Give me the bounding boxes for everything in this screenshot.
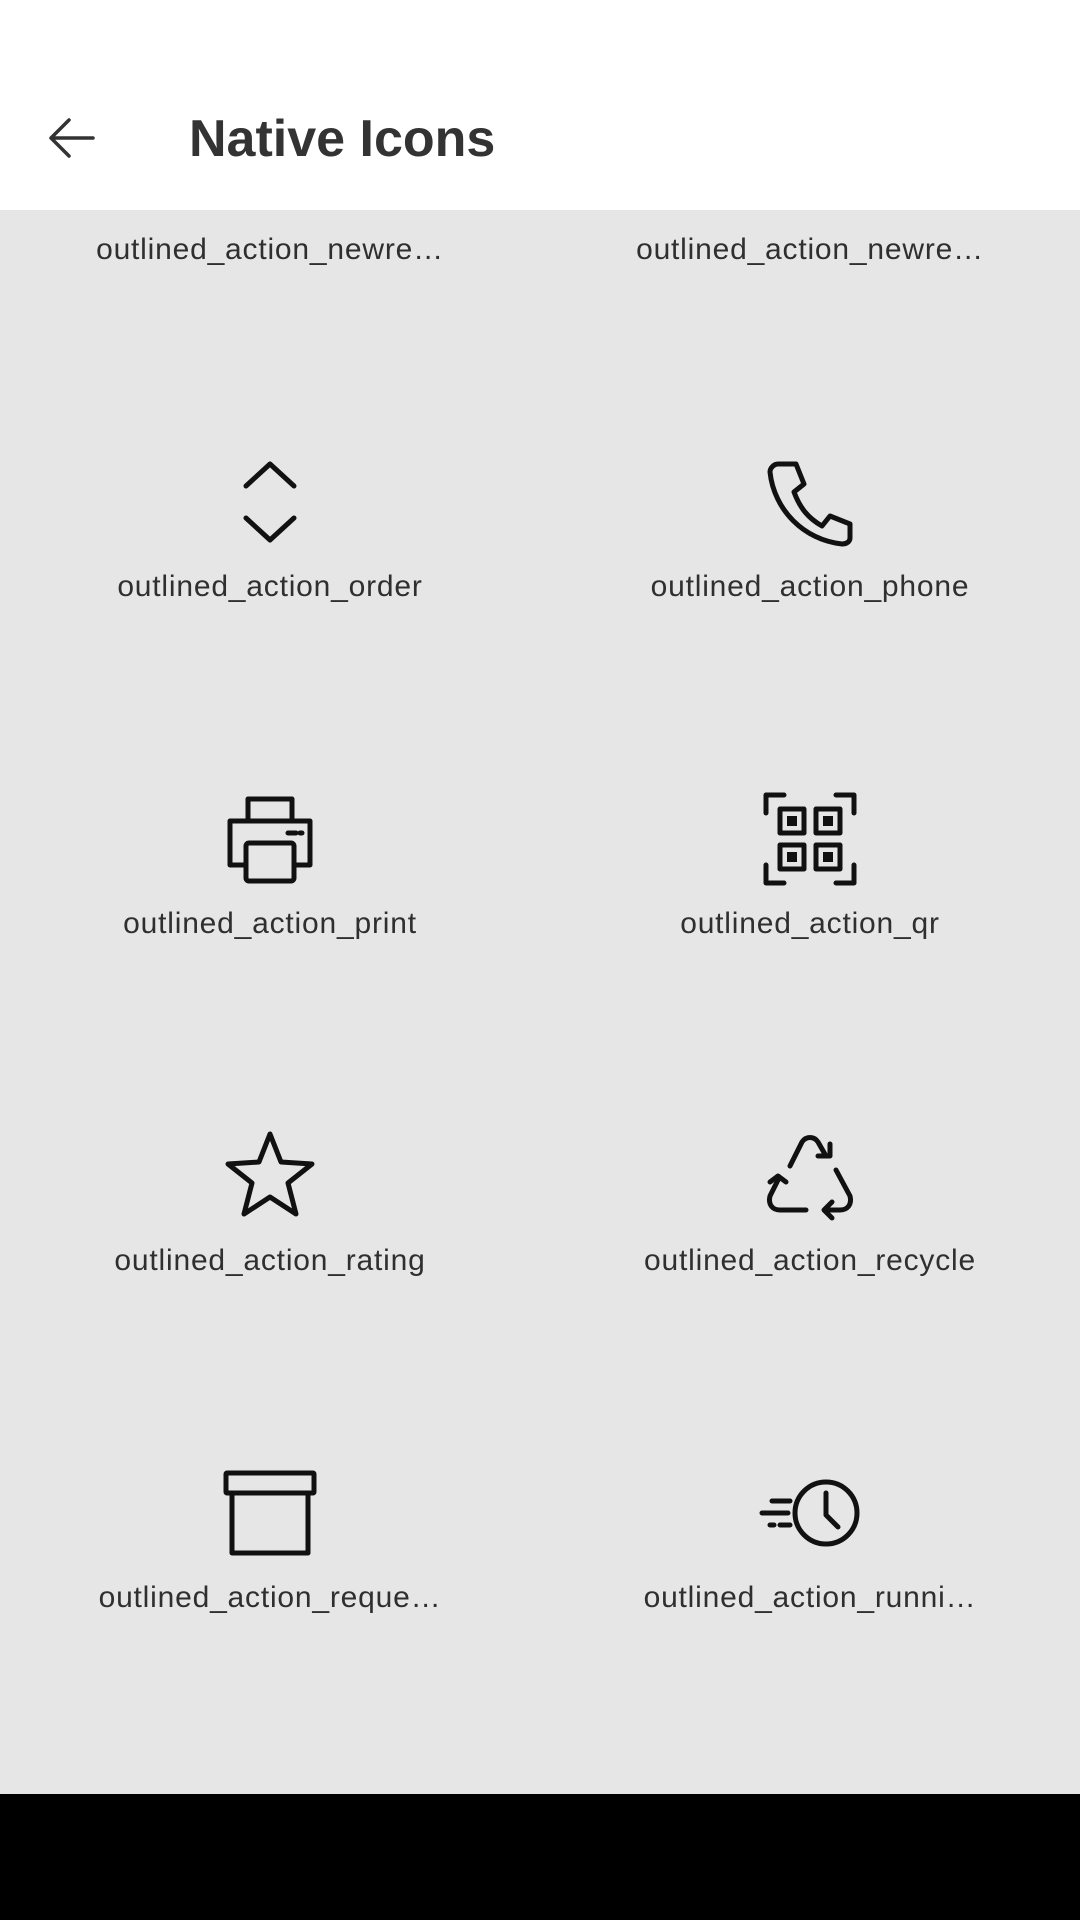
icon-cell-order[interactable]: outlined_action_order — [0, 385, 540, 722]
icon-label: outlined_action_newre… — [96, 233, 444, 266]
printer-icon — [220, 789, 320, 889]
icon-label: outlined_action_phone — [650, 570, 970, 603]
icon-gallery-screen: Native Icons outlined_action_newre… outl — [0, 0, 1080, 1920]
new-request-edit-icon — [220, 210, 320, 215]
phone-icon — [760, 452, 860, 552]
icon-label: outlined_action_reque… — [98, 1581, 442, 1614]
new-request-add-icon — [760, 210, 860, 215]
icon-cell-phone[interactable]: outlined_action_phone — [540, 385, 1080, 722]
icon-label: outlined_action_rating — [114, 1244, 426, 1277]
app-bar: Native Icons — [0, 0, 1080, 210]
icon-cell-request[interactable]: outlined_action_reque… — [0, 1396, 540, 1733]
icon-cell-recycle[interactable]: outlined_action_recycle — [540, 1059, 1080, 1396]
archive-box-icon — [220, 1463, 320, 1563]
icon-label: outlined_action_recycle — [644, 1244, 976, 1277]
icon-grid[interactable]: outlined_action_newre… outlined_action_n… — [0, 210, 1080, 1794]
icon-cell-qr[interactable]: outlined_action_qr — [540, 722, 1080, 1059]
icon-label: outlined_action_runni… — [643, 1581, 977, 1614]
recycle-icon — [760, 1126, 860, 1226]
icon-label: outlined_action_qr — [680, 907, 940, 940]
icon-cell-print[interactable]: outlined_action_print — [0, 722, 540, 1059]
qr-code-icon — [760, 789, 860, 889]
icon-cell-running[interactable]: outlined_action_runni… — [540, 1396, 1080, 1733]
running-clock-icon — [759, 1463, 860, 1563]
star-icon — [220, 1126, 320, 1226]
icon-cell-newrequest-add[interactable]: outlined_action_newre… — [540, 210, 1080, 385]
order-chevrons-icon — [220, 452, 320, 552]
system-navigation-bar — [0, 1794, 1080, 1920]
icon-cell-newrequest-edit[interactable]: outlined_action_newre… — [0, 210, 540, 385]
page-title: Native Icons — [189, 110, 496, 168]
icon-label: outlined_action_print — [123, 907, 417, 940]
icon-label: outlined_action_newre… — [636, 233, 984, 266]
arrow-left-icon — [49, 118, 95, 158]
icon-label: outlined_action_order — [117, 570, 423, 603]
icon-cell-rating[interactable]: outlined_action_rating — [0, 1059, 540, 1396]
back-button[interactable] — [30, 96, 114, 180]
